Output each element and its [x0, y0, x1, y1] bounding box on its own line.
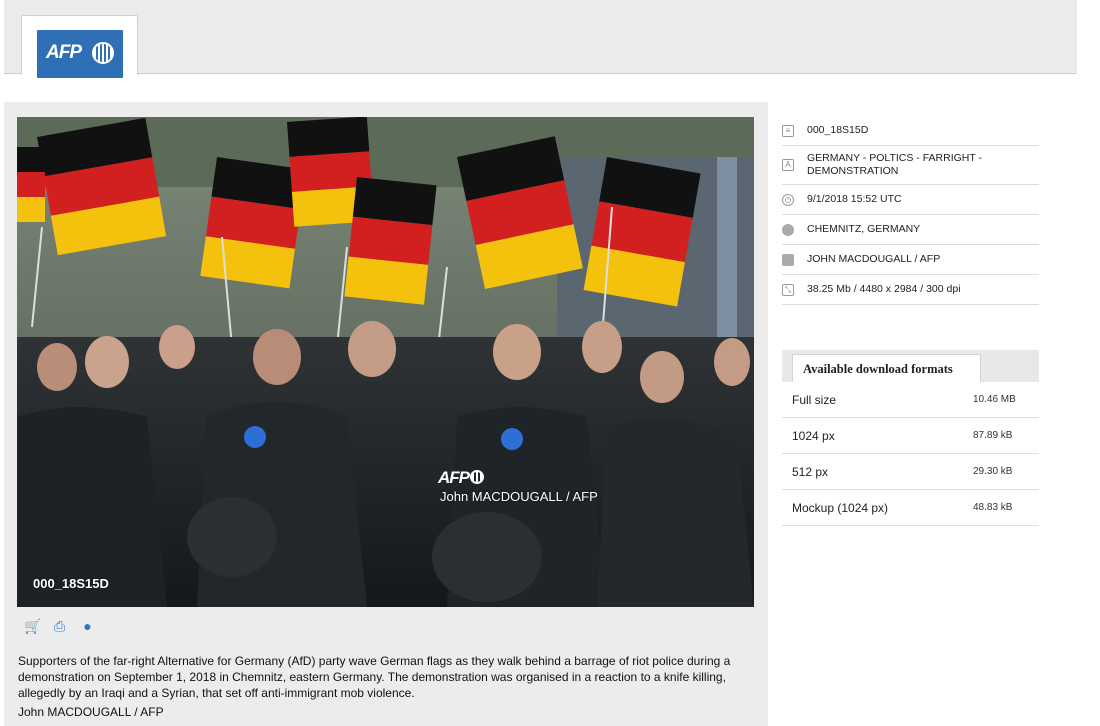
watermark-credit: John MACDOUGALL / AFP [440, 489, 598, 504]
download-full-size[interactable]: Full size 10.46 MB [782, 382, 1039, 418]
resize-icon: ⤡ [782, 283, 794, 296]
photo-panel: AFP John MACDOUGALL / AFP 000_18S15D 🛒 ⎙… [4, 102, 768, 726]
text-icon: A [782, 159, 794, 171]
news-photo[interactable]: AFP John MACDOUGALL / AFP 000_18S15D [17, 117, 754, 607]
download-size: 48.83 kB [973, 501, 1013, 513]
download-formats: Available download formats Full size 10.… [782, 350, 1039, 526]
afp-globe-icon [92, 42, 114, 64]
meta-keywords-value: GERMANY - POLTICS - FARRIGHT - DEMONSTRA… [807, 152, 983, 177]
home-tab[interactable]: AFP [21, 15, 138, 78]
afp-logo[interactable]: AFP [37, 30, 123, 78]
download-size: 10.46 MB [973, 393, 1016, 405]
download-name: Full size [792, 392, 837, 407]
download-size: 29.30 kB [973, 465, 1013, 477]
photo-illustration [17, 117, 754, 607]
download-size: 87.89 kB [973, 429, 1013, 441]
download-name: 1024 px [792, 428, 835, 443]
download-formats-tab[interactable]: Available download formats [792, 354, 981, 382]
top-bar: AFP [4, 0, 1077, 78]
meta-row-location: CHEMNITZ, GERMANY [782, 215, 1039, 245]
meta-row-photographer: JOHN MACDOUGALL / AFP [782, 245, 1039, 275]
meta-row-id: ≡ 000_18S15D [782, 116, 1039, 146]
download-formats-header: Available download formats [782, 350, 1039, 382]
afp-logo-text: AFP [46, 42, 82, 63]
download-mockup[interactable]: Mockup (1024 px) 48.83 kB [782, 490, 1039, 526]
photo-credit-line: John MACDOUGALL / AFP [18, 705, 164, 719]
meta-row-keywords: A GERMANY - POLTICS - FARRIGHT - DEMONST… [782, 146, 1039, 185]
meta-row-date: ◷ 9/1/2018 15:52 UTC [782, 185, 1039, 215]
meta-date-value: 9/1/2018 15:52 UTC [807, 193, 902, 205]
watermark-id: 000_18S15D [33, 576, 109, 591]
globe-icon [782, 223, 794, 236]
download-name: Mockup (1024 px) [792, 500, 889, 515]
meta-photographer-value: JOHN MACDOUGALL / AFP [807, 253, 941, 265]
crowd [17, 321, 754, 607]
photo-caption: Supporters of the far-right Alternative … [18, 654, 731, 700]
meta-location-value: CHEMNITZ, GERMANY [807, 223, 921, 235]
globe-icon[interactable]: ● [80, 619, 95, 634]
watermark-logo: AFP [438, 468, 484, 488]
cart-icon[interactable]: 🛒 [24, 619, 41, 634]
clock-icon: ◷ [782, 193, 794, 206]
photo-actions: 🛒 ⎙ ● [24, 619, 95, 634]
camera-icon [782, 253, 794, 266]
meta-filesize-value: 38.25 Mb / 4480 x 2984 / 300 dpi [807, 283, 961, 295]
download-1024px[interactable]: 1024 px 87.89 kB [782, 418, 1039, 454]
meta-row-filesize: ⤡ 38.25 Mb / 4480 x 2984 / 300 dpi [782, 275, 1039, 305]
photo-metadata: ≡ 000_18S15D A GERMANY - POLTICS - FARRI… [782, 116, 1039, 305]
download-512px[interactable]: 512 px 29.30 kB [782, 454, 1039, 490]
print-icon[interactable]: ⎙ [52, 619, 67, 634]
meta-id-value: 000_18S15D [807, 124, 869, 136]
download-name: 512 px [792, 464, 829, 479]
document-icon: ≡ [782, 124, 794, 137]
